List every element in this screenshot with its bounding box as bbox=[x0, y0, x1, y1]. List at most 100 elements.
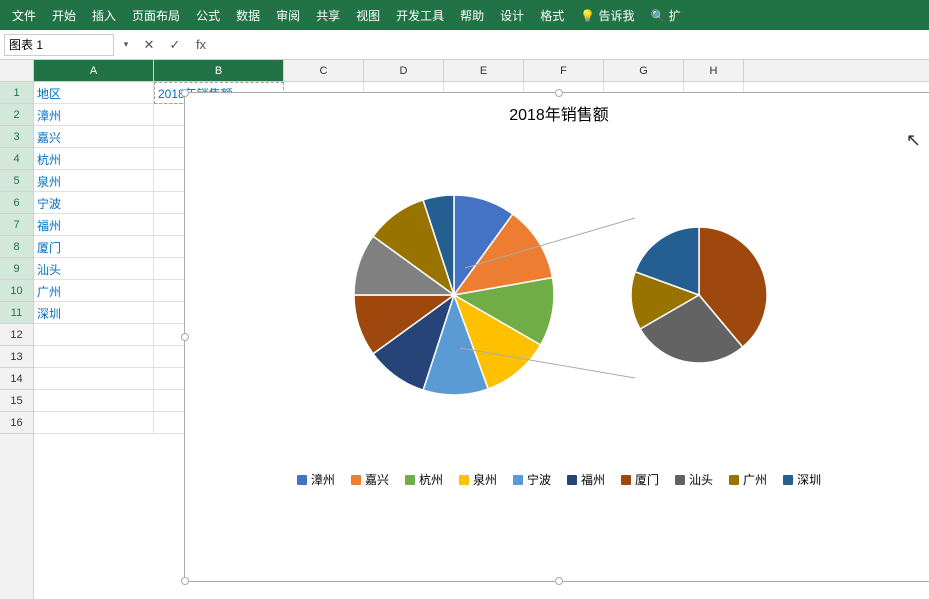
row-header-13[interactable]: 13 bbox=[0, 346, 33, 368]
col-header-f[interactable]: F bbox=[524, 60, 604, 81]
grid-cell[interactable]: 漳州 bbox=[34, 104, 154, 126]
row-header-6[interactable]: 6 bbox=[0, 192, 33, 214]
row-header-5[interactable]: 5 bbox=[0, 170, 33, 192]
row-header-16[interactable]: 16 bbox=[0, 412, 33, 434]
name-box-dropdown[interactable]: ▾ bbox=[118, 39, 134, 50]
row-header-8[interactable]: 8 bbox=[0, 236, 33, 258]
grid-cell[interactable] bbox=[34, 324, 154, 346]
legend-label: 杭州 bbox=[419, 471, 443, 488]
fx-button[interactable]: fx bbox=[190, 34, 212, 56]
row-header-7[interactable]: 7 bbox=[0, 214, 33, 236]
legend-color-swatch bbox=[729, 475, 739, 485]
legend-item: 福州 bbox=[567, 471, 605, 488]
legend-color-swatch bbox=[351, 475, 361, 485]
row-header-1[interactable]: 1 bbox=[0, 82, 33, 104]
sheet-area: A B C D E F G H 12345678910111213141516 … bbox=[0, 60, 929, 599]
formula-buttons: ✕ ✓ fx bbox=[138, 34, 212, 56]
handle-bc[interactable] bbox=[555, 577, 563, 585]
chart-container[interactable]: 2018年销售额 漳州嘉兴杭州泉州宁波福州厦门汕头广州深圳 bbox=[184, 92, 929, 582]
menu-start[interactable]: 开始 bbox=[44, 0, 84, 30]
grid-cell[interactable] bbox=[34, 390, 154, 412]
legend-label: 漳州 bbox=[311, 471, 335, 488]
row-header-12[interactable]: 12 bbox=[0, 324, 33, 346]
col-header-a[interactable]: A bbox=[34, 60, 154, 81]
legend-color-swatch bbox=[621, 475, 631, 485]
legend-label: 汕头 bbox=[689, 471, 713, 488]
col-header-d[interactable]: D bbox=[364, 60, 444, 81]
col-header-g[interactable]: G bbox=[604, 60, 684, 81]
handle-tc[interactable] bbox=[555, 89, 563, 97]
col-header-e[interactable]: E bbox=[444, 60, 524, 81]
legend-item: 漳州 bbox=[297, 471, 335, 488]
grid-cell[interactable]: 汕头 bbox=[34, 258, 154, 280]
row-header-4[interactable]: 4 bbox=[0, 148, 33, 170]
row-header-9[interactable]: 9 bbox=[0, 258, 33, 280]
sub-pie-chart bbox=[624, 220, 774, 370]
menu-search[interactable]: 🔍 扩 bbox=[642, 0, 688, 30]
menu-format[interactable]: 格式 bbox=[532, 0, 572, 30]
corner-spacer bbox=[0, 60, 34, 81]
formula-bar: 图表 1 ▾ ✕ ✓ fx bbox=[0, 30, 929, 60]
legend-item: 广州 bbox=[729, 471, 767, 488]
handle-ml[interactable] bbox=[181, 333, 189, 341]
menu-help[interactable]: 帮助 bbox=[452, 0, 492, 30]
legend-color-swatch bbox=[675, 475, 685, 485]
row-header-15[interactable]: 15 bbox=[0, 390, 33, 412]
legend-item: 厦门 bbox=[621, 471, 659, 488]
handle-tl[interactable] bbox=[181, 89, 189, 97]
legend-color-swatch bbox=[459, 475, 469, 485]
menu-data[interactable]: 数据 bbox=[228, 0, 268, 30]
grid-cell[interactable] bbox=[34, 368, 154, 390]
menu-insert[interactable]: 插入 bbox=[84, 0, 124, 30]
grid-cell[interactable]: 宁波 bbox=[34, 192, 154, 214]
grid-cell[interactable] bbox=[34, 346, 154, 368]
menu-view[interactable]: 视图 bbox=[348, 0, 388, 30]
legend-color-swatch bbox=[567, 475, 577, 485]
legend-item: 嘉兴 bbox=[351, 471, 389, 488]
cancel-button[interactable]: ✕ bbox=[138, 34, 160, 56]
chart-body bbox=[193, 135, 925, 455]
col-header-h[interactable]: H bbox=[684, 60, 744, 81]
legend-label: 厦门 bbox=[635, 471, 659, 488]
row-header-10[interactable]: 10 bbox=[0, 280, 33, 302]
row-header-2[interactable]: 2 bbox=[0, 104, 33, 126]
col-header-b[interactable]: B bbox=[154, 60, 284, 81]
legend-item: 深圳 bbox=[783, 471, 821, 488]
grid-cell[interactable]: 嘉兴 bbox=[34, 126, 154, 148]
grid-cell[interactable]: 广州 bbox=[34, 280, 154, 302]
menu-tell-me[interactable]: 💡 告诉我 bbox=[572, 0, 642, 30]
legend-label: 泉州 bbox=[473, 471, 497, 488]
grid-cell[interactable]: 深圳 bbox=[34, 302, 154, 324]
legend-color-swatch bbox=[297, 475, 307, 485]
formula-input[interactable] bbox=[216, 34, 925, 56]
grid-cell[interactable]: 厦门 bbox=[34, 236, 154, 258]
menu-file[interactable]: 文件 bbox=[4, 0, 44, 30]
row-header-11[interactable]: 11 bbox=[0, 302, 33, 324]
legend-color-swatch bbox=[513, 475, 523, 485]
row-header-14[interactable]: 14 bbox=[0, 368, 33, 390]
menu-review[interactable]: 审阅 bbox=[268, 0, 308, 30]
grid-cell[interactable]: 福州 bbox=[34, 214, 154, 236]
col-header-c[interactable]: C bbox=[284, 60, 364, 81]
confirm-button[interactable]: ✓ bbox=[164, 34, 186, 56]
menu-dev-tools[interactable]: 开发工具 bbox=[388, 0, 452, 30]
name-box[interactable]: 图表 1 bbox=[4, 34, 114, 56]
menu-design[interactable]: 设计 bbox=[492, 0, 532, 30]
legend-item: 杭州 bbox=[405, 471, 443, 488]
handle-bl[interactable] bbox=[181, 577, 189, 585]
grid-cell[interactable] bbox=[34, 412, 154, 434]
legend-color-swatch bbox=[783, 475, 793, 485]
legend-item: 宁波 bbox=[513, 471, 551, 488]
legend-label: 嘉兴 bbox=[365, 471, 389, 488]
grid-cell[interactable]: 泉州 bbox=[34, 170, 154, 192]
legend-color-swatch bbox=[405, 475, 415, 485]
menu-formula[interactable]: 公式 bbox=[188, 0, 228, 30]
menu-share[interactable]: 共享 bbox=[308, 0, 348, 30]
row-headers: 12345678910111213141516 bbox=[0, 82, 34, 599]
legend-item: 汕头 bbox=[675, 471, 713, 488]
legend-label: 深圳 bbox=[797, 471, 821, 488]
grid-cell[interactable]: 地区 bbox=[34, 82, 154, 104]
grid-cell[interactable]: 杭州 bbox=[34, 148, 154, 170]
menu-page-layout[interactable]: 页面布局 bbox=[124, 0, 188, 30]
row-header-3[interactable]: 3 bbox=[0, 126, 33, 148]
